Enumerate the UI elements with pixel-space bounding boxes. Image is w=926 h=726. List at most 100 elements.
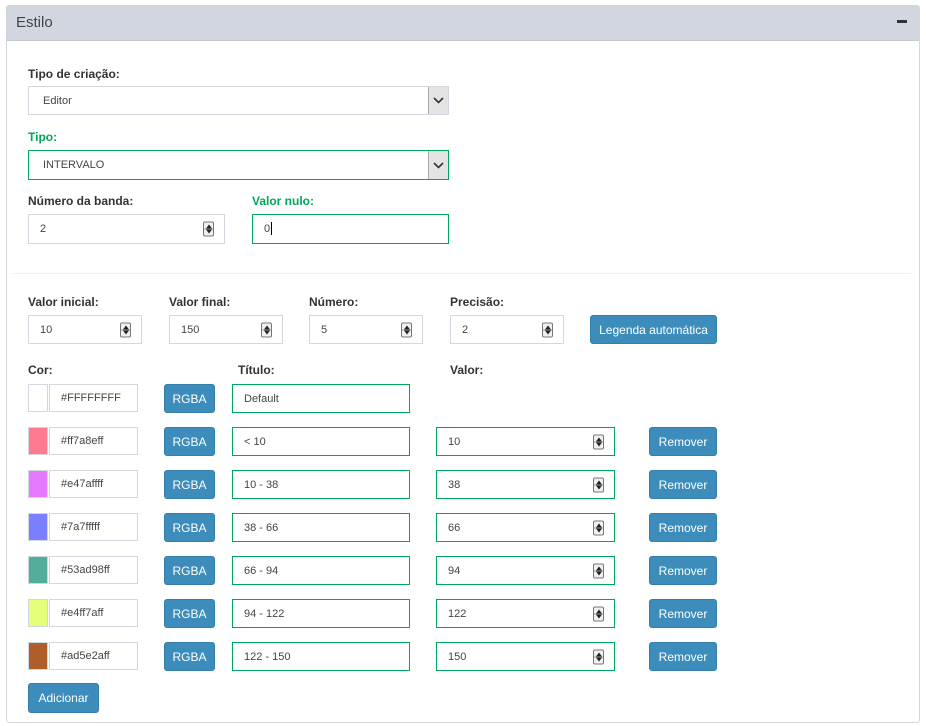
- value-input[interactable]: 150: [436, 642, 615, 671]
- color-hex-input[interactable]: #53ad98ff: [49, 556, 138, 584]
- title-input[interactable]: 122 - 150: [232, 642, 410, 671]
- spinner-icon[interactable]: [593, 477, 604, 492]
- title-value: Default: [244, 392, 279, 405]
- rgba-button[interactable]: RGBA: [164, 384, 215, 413]
- valor-header: Valor:: [450, 363, 484, 377]
- title-value: 38 - 66: [244, 521, 279, 534]
- title-input[interactable]: 94 - 122: [232, 599, 410, 628]
- color-hex-value: #ff7a8eff: [61, 435, 104, 447]
- tipo-label: Tipo:: [28, 130, 58, 144]
- valor-final-value: 150: [181, 323, 200, 336]
- value-value: 94: [448, 564, 461, 577]
- valor-inicial-input[interactable]: 10: [28, 315, 142, 344]
- color-hex-value: #FFFFFFFF: [61, 392, 121, 404]
- rgba-button[interactable]: RGBA: [164, 599, 215, 628]
- rgba-button[interactable]: RGBA: [164, 513, 215, 542]
- remover-button[interactable]: Remover: [649, 599, 717, 628]
- value-value: 66: [448, 521, 461, 534]
- spinner-icon[interactable]: [593, 563, 604, 578]
- spinner-icon[interactable]: [203, 221, 214, 237]
- color-swatch[interactable]: [28, 427, 48, 455]
- title-input[interactable]: Default: [232, 384, 410, 413]
- value-value: 38: [448, 478, 461, 491]
- spinner-icon[interactable]: [542, 322, 553, 337]
- color-hex-input[interactable]: #ff7a8eff: [49, 427, 138, 455]
- value-input[interactable]: 10: [436, 427, 615, 456]
- title-input[interactable]: 66 - 94: [232, 556, 410, 585]
- color-hex-input[interactable]: #ad5e2aff: [49, 642, 138, 670]
- color-hex-value: #e47affff: [61, 478, 104, 490]
- color-hex-input[interactable]: #e47affff: [49, 470, 138, 498]
- precisao-label: Precisão:: [450, 295, 505, 309]
- divider: [13, 273, 911, 274]
- tipo-value: INTERVALO: [43, 159, 105, 171]
- titulo-header: Título:: [238, 363, 275, 377]
- valor-final-label: Valor final:: [169, 295, 231, 309]
- color-swatch[interactable]: [28, 599, 48, 627]
- value-value: 150: [448, 650, 467, 663]
- chevron-down-icon: [428, 87, 448, 114]
- cor-header: Cor:: [28, 363, 53, 377]
- value-input[interactable]: 94: [436, 556, 615, 585]
- title-value: 10 - 38: [244, 478, 279, 491]
- precisao-input[interactable]: 2: [450, 315, 564, 344]
- legenda-automatica-button[interactable]: Legenda automática: [590, 315, 717, 344]
- color-swatch[interactable]: [28, 642, 48, 670]
- valor-inicial-label: Valor inicial:: [28, 295, 99, 309]
- color-swatch[interactable]: [28, 556, 48, 584]
- panel-header[interactable]: Estilo: [7, 6, 919, 41]
- color-hex-input[interactable]: #7a7fffff: [49, 513, 138, 541]
- valor-inicial-value: 10: [40, 323, 53, 336]
- value-input[interactable]: 122: [436, 599, 615, 628]
- remover-button[interactable]: Remover: [649, 513, 717, 542]
- rgba-button[interactable]: RGBA: [164, 556, 215, 585]
- spinner-icon[interactable]: [593, 434, 604, 449]
- spinner-icon[interactable]: [120, 322, 131, 337]
- color-hex-input[interactable]: #FFFFFFFF: [49, 384, 138, 412]
- title-value: 66 - 94: [244, 564, 279, 577]
- title-input[interactable]: 10 - 38: [232, 470, 410, 499]
- spinner-icon[interactable]: [401, 322, 412, 337]
- title-value: 122 - 150: [244, 650, 291, 663]
- valor-final-input[interactable]: 150: [169, 315, 283, 344]
- color-hex-value: #ad5e2aff: [61, 650, 110, 662]
- adicionar-button[interactable]: Adicionar: [28, 683, 99, 713]
- title-value: < 10: [244, 435, 266, 448]
- color-swatch[interactable]: [28, 384, 48, 412]
- tipo-criacao-value: Editor: [43, 94, 72, 107]
- rgba-button[interactable]: RGBA: [164, 470, 215, 499]
- remover-button[interactable]: Remover: [649, 642, 717, 671]
- value-input[interactable]: 38: [436, 470, 615, 499]
- tipo-select[interactable]: INTERVALO: [28, 150, 449, 180]
- precisao-value: 2: [462, 323, 469, 336]
- spinner-icon[interactable]: [593, 606, 604, 621]
- title-input[interactable]: 38 - 66: [232, 513, 410, 542]
- spinner-icon[interactable]: [593, 520, 604, 535]
- color-swatch[interactable]: [28, 513, 48, 541]
- title-input[interactable]: < 10: [232, 427, 410, 456]
- tipo-criacao-select[interactable]: Editor: [28, 86, 449, 115]
- tipo-criacao-label: Tipo de criação:: [28, 67, 120, 81]
- color-hex-input[interactable]: #e4ff7aff: [49, 599, 138, 627]
- remover-button[interactable]: Remover: [649, 427, 717, 456]
- text-cursor: [271, 222, 272, 235]
- chevron-down-icon: [428, 151, 448, 179]
- spinner-icon[interactable]: [261, 322, 272, 337]
- remover-button[interactable]: Remover: [649, 470, 717, 499]
- numero-input[interactable]: 5: [309, 315, 423, 344]
- rgba-button[interactable]: RGBA: [164, 642, 215, 671]
- numero-banda-input[interactable]: 2: [28, 214, 225, 244]
- color-swatch[interactable]: [28, 470, 48, 498]
- rgba-button[interactable]: RGBA: [164, 427, 215, 456]
- remover-button[interactable]: Remover: [649, 556, 717, 585]
- valor-nulo-input[interactable]: 0: [252, 214, 449, 244]
- numero-banda-value: 2: [40, 223, 47, 235]
- value-value: 122: [448, 607, 467, 620]
- value-input[interactable]: 66: [436, 513, 615, 542]
- minus-icon[interactable]: [897, 20, 907, 23]
- color-hex-value: #7a7fffff: [61, 521, 100, 533]
- spinner-icon[interactable]: [593, 649, 604, 664]
- numero-value: 5: [321, 323, 328, 336]
- panel-title: Estilo: [16, 14, 53, 31]
- valor-nulo-label: Valor nulo:: [252, 194, 315, 208]
